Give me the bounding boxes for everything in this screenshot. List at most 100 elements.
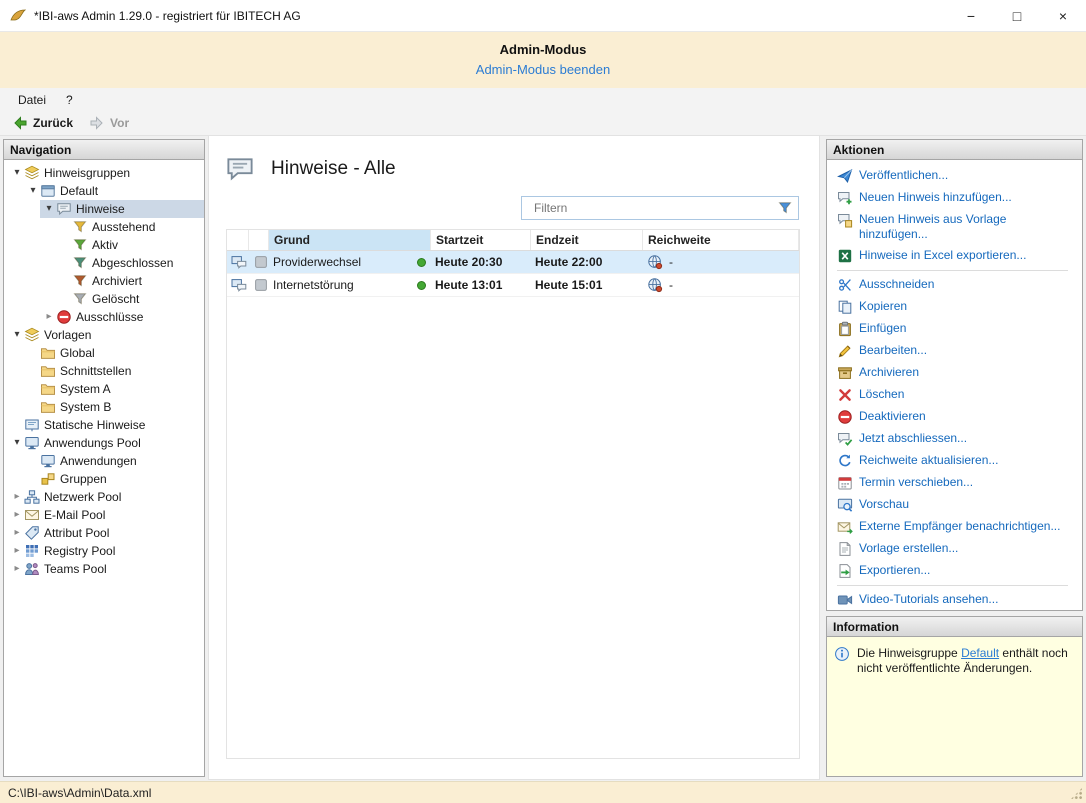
header-endzeit[interactable]: Endzeit (531, 230, 643, 250)
tree-label: Ausstehend (92, 220, 155, 234)
tree-item-teams-pool[interactable]: Teams Pool (4, 560, 204, 578)
table-row[interactable]: Providerwechsel Heute 20:30 Heute 22:00 … (227, 251, 799, 274)
action-jetzt-abschliessen[interactable]: Jetzt abschliessen... (833, 428, 1080, 450)
action-loeschen[interactable]: Löschen (833, 384, 1080, 406)
action-deaktivieren[interactable]: Deaktivieren (833, 406, 1080, 428)
action-archivieren[interactable]: Archivieren (833, 362, 1080, 384)
header-icon-col[interactable] (227, 230, 249, 250)
chevron-down-icon[interactable] (26, 182, 40, 200)
chevron-down-icon[interactable] (10, 326, 24, 344)
chevron-right-icon[interactable] (10, 542, 24, 560)
tree-item-geloescht[interactable]: Gelöscht (4, 290, 204, 308)
toolbar: Zurück Vor (0, 111, 1086, 136)
action-ausschneiden[interactable]: Ausschneiden (833, 274, 1080, 296)
tree-item-netzwerk-pool[interactable]: Netzwerk Pool (4, 488, 204, 506)
tree-item-abgeschlossen[interactable]: Abgeschlossen (4, 254, 204, 272)
filter-input[interactable] (521, 196, 799, 220)
tree-item-system-b[interactable]: System B (4, 398, 204, 416)
tree-item-schnittstellen[interactable]: Schnittstellen (4, 362, 204, 380)
tree-label: Default (60, 184, 98, 198)
tree-item-registry-pool[interactable]: Registry Pool (4, 542, 204, 560)
chevron-down-icon[interactable] (42, 200, 56, 218)
action-neuer-hinweis[interactable]: Neuen Hinweis hinzufügen... (833, 187, 1080, 209)
cubes-icon (40, 471, 56, 487)
chevron-down-icon[interactable] (10, 434, 24, 452)
excel-icon (837, 248, 853, 264)
maximize-button[interactable]: □ (994, 0, 1040, 32)
calendar-icon (837, 475, 853, 491)
header-reichweite[interactable]: Reichweite (643, 230, 799, 250)
paste-icon (837, 321, 853, 337)
header-state-col[interactable] (249, 230, 269, 250)
menu-datei[interactable]: Datei (8, 90, 56, 110)
header-startzeit[interactable]: Startzeit (431, 230, 531, 250)
tree-item-email-pool[interactable]: E-Mail Pool (4, 506, 204, 524)
complete-icon (837, 431, 853, 447)
tree-item-anwendungs-pool[interactable]: Anwendungs Pool (4, 434, 204, 452)
resize-grip[interactable] (1070, 787, 1083, 800)
actions-panel: Aktionen Veröffentlichen... Neuen Hinwei… (826, 139, 1083, 611)
tree-label: Vorlagen (44, 328, 91, 342)
tree-item-vorlagen[interactable]: Vorlagen (4, 326, 204, 344)
information-header: Information (827, 617, 1082, 637)
action-einfuegen[interactable]: Einfügen (833, 318, 1080, 340)
default-group-link[interactable]: Default (961, 646, 999, 660)
tree-item-statische-hinweise[interactable]: Statische Hinweise (4, 416, 204, 434)
action-exportieren[interactable]: Exportieren... (833, 560, 1080, 582)
close-button[interactable]: × (1040, 0, 1086, 32)
tree-item-ausschluesse[interactable]: Ausschlüsse (4, 308, 204, 326)
chevron-right-icon[interactable] (10, 524, 24, 542)
action-video-tutorials[interactable]: Video-Tutorials ansehen... (833, 589, 1080, 611)
action-bearbeiten[interactable]: Bearbeiten... (833, 340, 1080, 362)
tree-label: Anwendungen (60, 454, 137, 468)
action-vorschau[interactable]: Vorschau (833, 494, 1080, 516)
action-vorlage-erstellen[interactable]: Vorlage erstellen... (833, 538, 1080, 560)
tree-item-archiviert[interactable]: Archiviert (4, 272, 204, 290)
action-externe-empfaenger[interactable]: Externe Empfänger benachrichtigen... (833, 516, 1080, 538)
tree-label: System B (60, 400, 111, 414)
chevron-right-icon[interactable] (10, 560, 24, 578)
filter-box (521, 196, 799, 220)
action-reichweite-aktualisieren[interactable]: Reichweite aktualisieren... (833, 450, 1080, 472)
folder-icon (40, 381, 56, 397)
navigation-panel: Navigation Hinweisgruppen Default Hinwei… (3, 139, 205, 777)
tree-item-aktiv[interactable]: Aktiv (4, 236, 204, 254)
notice-screen-icon (231, 254, 247, 270)
forward-button[interactable]: Vor (83, 113, 135, 133)
tree-item-ausstehend[interactable]: Ausstehend (4, 218, 204, 236)
globe-icon (647, 254, 663, 270)
tree-item-attribut-pool[interactable]: Attribut Pool (4, 524, 204, 542)
cell-reichweite: - (669, 255, 673, 269)
action-excel-export[interactable]: Hinweise in Excel exportieren... (833, 245, 1080, 267)
chevron-right-icon[interactable] (10, 506, 24, 524)
status-active-dot (417, 258, 426, 267)
chevron-right-icon[interactable] (42, 308, 56, 326)
window-controls: − □ × (948, 0, 1086, 32)
minimize-button[interactable]: − (948, 0, 994, 32)
tree-label: Global (60, 346, 95, 360)
action-veroeffentlichen[interactable]: Veröffentlichen... (833, 165, 1080, 187)
tree-item-global[interactable]: Global (4, 344, 204, 362)
action-termin-verschieben[interactable]: Termin verschieben... (833, 472, 1080, 494)
tree-item-hinweise[interactable]: Hinweise (4, 200, 204, 218)
tree-item-default[interactable]: Default (4, 182, 204, 200)
tree-item-anwendungen[interactable]: Anwendungen (4, 452, 204, 470)
template-icon (837, 541, 853, 557)
tree-item-system-a[interactable]: System A (4, 380, 204, 398)
cell-reichweite: - (669, 278, 673, 292)
header-grund[interactable]: Grund (269, 230, 431, 250)
chevron-right-icon[interactable] (10, 488, 24, 506)
admin-mode-exit-link[interactable]: Admin-Modus beenden (476, 62, 610, 77)
back-button[interactable]: Zurück (6, 113, 79, 133)
action-kopieren[interactable]: Kopieren (833, 296, 1080, 318)
chevron-down-icon[interactable] (10, 164, 24, 182)
folder-icon (40, 399, 56, 415)
menu-help[interactable]: ? (56, 90, 83, 110)
tree-item-gruppen[interactable]: Gruppen (4, 470, 204, 488)
action-hinweis-aus-vorlage[interactable]: Neuen Hinweis aus Vorlage hinzufügen... (833, 209, 1080, 245)
globe-icon (647, 277, 663, 293)
copy-icon (837, 299, 853, 315)
table-row[interactable]: Internetstörung Heute 13:01 Heute 15:01 … (227, 274, 799, 297)
tree-item-hinweisgruppen[interactable]: Hinweisgruppen (4, 164, 204, 182)
filter-icon[interactable] (777, 200, 793, 216)
